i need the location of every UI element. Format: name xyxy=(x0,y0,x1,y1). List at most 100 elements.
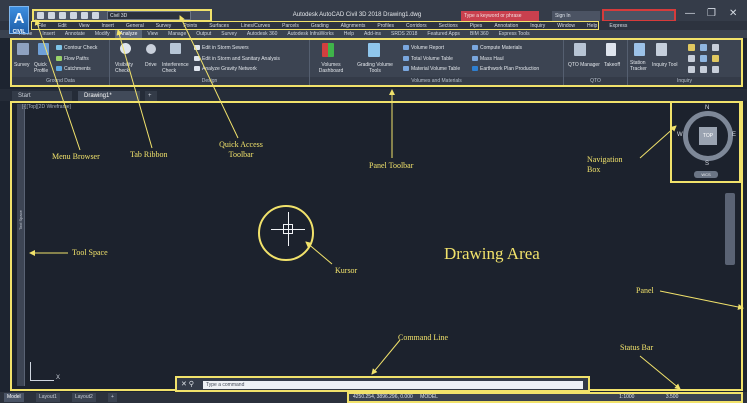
total-volume-button[interactable]: Total Volume Table xyxy=(411,56,453,62)
menu-item[interactable]: Inquiry xyxy=(524,22,551,29)
tab-insert[interactable]: Insert xyxy=(37,30,60,38)
inquiry-small-icon[interactable] xyxy=(688,66,695,73)
interference-check-icon[interactable] xyxy=(170,43,181,54)
inquiry-small-icon[interactable] xyxy=(712,44,719,51)
drive-icon[interactable] xyxy=(146,44,156,54)
station-tracker-button[interactable]: Station Tracker xyxy=(630,60,650,72)
mass-haul-icon[interactable] xyxy=(472,56,478,61)
open-file-icon[interactable] xyxy=(48,12,55,19)
interference-check-button[interactable]: Interference Check xyxy=(162,62,189,74)
annotation-scale[interactable]: 1:1000 xyxy=(619,394,634,400)
viewcube-top-face[interactable]: TOP xyxy=(699,127,717,145)
tab-autodesk-360[interactable]: Autodesk 360 xyxy=(242,30,283,38)
close-command-icon[interactable]: ✕ ⚲ xyxy=(181,380,194,388)
new-layout-button[interactable]: + xyxy=(108,393,117,402)
minimize-button[interactable]: — xyxy=(685,8,695,19)
inquiry-small-icon[interactable] xyxy=(700,66,707,73)
earthwork-plan-icon[interactable] xyxy=(472,66,478,71)
tab-survey[interactable]: Survey xyxy=(216,30,242,38)
flow-paths-button[interactable]: Flow Paths xyxy=(64,56,89,62)
gravity-network-button[interactable]: Analyze Gravity Network xyxy=(202,66,257,72)
compass-north[interactable]: N xyxy=(705,105,709,111)
storm-sewers-icon[interactable] xyxy=(194,45,200,50)
tab-srds-2018[interactable]: SRDS 2018 xyxy=(386,30,422,38)
mass-haul-button[interactable]: Mass Haul xyxy=(480,56,504,62)
catchments-button[interactable]: Catchments xyxy=(64,66,91,72)
tab-model[interactable]: Model xyxy=(4,393,24,402)
tab-annotate[interactable]: Annotate xyxy=(60,30,90,38)
grading-volume-tools-button[interactable]: Grading Volume Tools xyxy=(356,62,394,74)
menu-item[interactable]: Sections xyxy=(433,22,464,29)
menu-item[interactable]: Express xyxy=(603,22,633,29)
menu-item[interactable]: General xyxy=(120,22,150,29)
compute-materials-button[interactable]: Compute Materials xyxy=(480,45,522,51)
menu-item[interactable]: Annotation xyxy=(488,22,524,29)
application-menu-button[interactable]: A CIVIL xyxy=(9,6,29,35)
inquiry-small-icon[interactable] xyxy=(700,55,707,62)
tab-bim-360[interactable]: BIM 360 xyxy=(465,30,494,38)
workspace-select[interactable]: Civil 3D xyxy=(107,11,191,20)
menu-item[interactable]: Pipes xyxy=(464,22,489,29)
sign-in-button[interactable]: Sign In xyxy=(552,11,600,21)
navigation-box[interactable]: TOP N S E W WCS xyxy=(670,101,741,183)
undo-icon[interactable] xyxy=(81,12,88,19)
inquiry-small-icon[interactable] xyxy=(712,55,719,62)
grading-volume-icon[interactable] xyxy=(368,43,380,57)
tab-featured-apps[interactable]: Featured Apps xyxy=(422,30,465,38)
total-volume-icon[interactable] xyxy=(403,56,409,61)
menu-item[interactable]: Window xyxy=(551,22,581,29)
side-panel[interactable] xyxy=(725,193,735,265)
qto-manager-icon[interactable] xyxy=(574,43,586,56)
takeoff-icon[interactable] xyxy=(606,43,616,56)
storm-sewers-button[interactable]: Edit in Storm Sewers xyxy=(202,45,249,51)
volume-report-icon[interactable] xyxy=(403,45,409,50)
inquiry-small-icon[interactable] xyxy=(688,55,695,62)
menu-item[interactable]: Corridors xyxy=(400,22,433,29)
tab-manage[interactable]: Manage xyxy=(163,30,191,38)
compass-east[interactable]: E xyxy=(732,132,736,138)
menu-item[interactable]: Lines/Curves xyxy=(235,22,276,29)
contour-check-button[interactable]: Contour Check xyxy=(64,45,97,51)
storm-sanitary-button[interactable]: Edit in Storm and Sanitary Analysis xyxy=(202,56,280,62)
tab-modify[interactable]: Modify xyxy=(90,30,115,38)
contour-check-icon[interactable] xyxy=(56,45,62,50)
tab-express-tools[interactable]: Express Tools xyxy=(494,30,535,38)
tab-start[interactable]: Start xyxy=(12,91,72,101)
menu-item[interactable]: Edit xyxy=(52,22,73,29)
catchments-icon[interactable] xyxy=(56,66,62,71)
earthwork-plan-button[interactable]: Earthwork Plan Production xyxy=(480,66,539,72)
new-file-icon[interactable] xyxy=(37,12,44,19)
tab-layout2[interactable]: Layout2 xyxy=(72,393,96,402)
tab-analyze[interactable]: Analyze xyxy=(114,30,143,38)
station-tracker-icon[interactable] xyxy=(634,43,645,56)
redo-icon[interactable] xyxy=(92,12,99,19)
tab-add-ins[interactable]: Add-ins xyxy=(359,30,386,38)
inquiry-small-icon[interactable] xyxy=(700,44,707,51)
menu-item[interactable]: Surfaces xyxy=(203,22,235,29)
survey-icon[interactable] xyxy=(17,43,29,55)
command-input[interactable]: Type a command xyxy=(203,381,583,389)
compass-west[interactable]: W xyxy=(677,132,683,138)
menu-item[interactable]: Points xyxy=(177,22,203,29)
material-volume-icon[interactable] xyxy=(403,66,409,71)
flow-paths-icon[interactable] xyxy=(56,56,62,61)
menu-item[interactable]: Survey xyxy=(150,22,178,29)
inquiry-tool-button[interactable]: Inquiry Tool xyxy=(652,62,677,68)
print-icon[interactable] xyxy=(70,12,77,19)
compute-materials-icon[interactable] xyxy=(472,45,478,50)
survey-button[interactable]: Survey xyxy=(14,62,30,68)
menu-item[interactable]: View xyxy=(73,22,96,29)
close-button[interactable]: ✕ xyxy=(729,8,737,19)
qto-manager-button[interactable]: QTO Manager xyxy=(568,62,600,68)
tab-autodesk-infraworks[interactable]: Autodesk InfraWorks xyxy=(282,30,338,38)
menu-item[interactable]: Profiles xyxy=(371,22,400,29)
menu-item[interactable]: Alignments xyxy=(335,22,372,29)
menu-item[interactable]: File xyxy=(32,22,52,29)
tab-view[interactable]: View xyxy=(142,30,163,38)
storm-sanitary-icon[interactable] xyxy=(194,56,200,61)
viewport-controls[interactable]: [-][Top][2D Wireframe] xyxy=(22,104,71,110)
inquiry-small-icon[interactable] xyxy=(712,66,719,73)
quick-profile-icon[interactable] xyxy=(38,43,49,55)
gravity-network-icon[interactable] xyxy=(194,66,200,71)
volumes-dashboard-icon[interactable] xyxy=(322,43,334,57)
